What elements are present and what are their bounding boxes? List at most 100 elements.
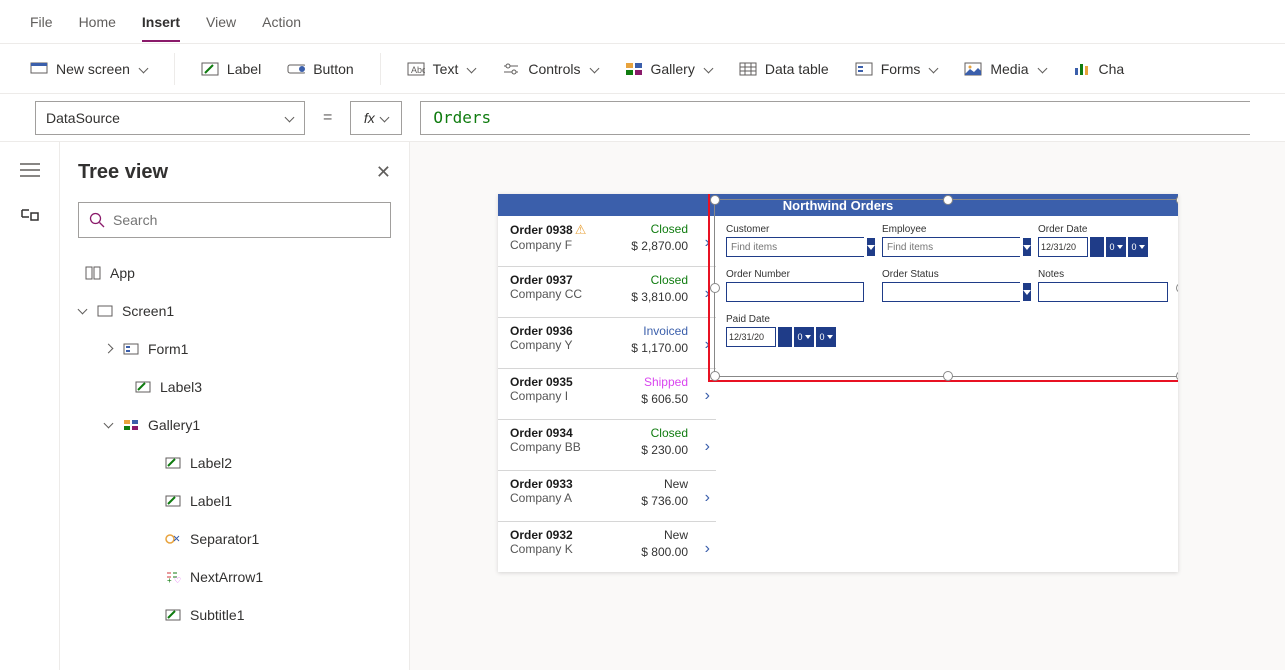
label-icon <box>134 378 152 396</box>
menu-action[interactable]: Action <box>262 14 301 30</box>
text-button[interactable]: Abc Text <box>407 60 477 78</box>
menu-home[interactable]: Home <box>79 14 116 30</box>
order-status: New <box>664 477 688 491</box>
order-status-combo[interactable] <box>882 282 1020 302</box>
chevron-right-icon[interactable]: › <box>705 336 710 354</box>
dropdown-icon[interactable] <box>867 238 875 256</box>
minute-dropdown[interactable]: 0 <box>816 327 836 347</box>
resize-handle[interactable] <box>1176 195 1178 205</box>
tree-view-icon[interactable] <box>18 204 42 228</box>
calendar-icon[interactable] <box>778 327 792 347</box>
gallery-row[interactable]: Order 0936Company YInvoiced$ 1,170.00› <box>498 318 716 369</box>
employee-combo[interactable] <box>882 237 1020 257</box>
tree-node-subtitle1[interactable]: Subtitle1 <box>78 596 391 634</box>
gallery-row[interactable]: Order 0938⚠Company FClosed$ 2,870.00› <box>498 216 716 267</box>
order-id: Order 0933 <box>510 477 573 491</box>
order-status-input[interactable] <box>883 283 1023 301</box>
menu-insert[interactable]: Insert <box>142 14 180 42</box>
order-status: Closed <box>651 273 688 287</box>
dropdown-icon[interactable] <box>1023 238 1031 256</box>
gallery-row[interactable]: Order 0934Company BBClosed$ 230.00› <box>498 420 716 471</box>
tree-search[interactable] <box>78 202 391 238</box>
order-number-input[interactable] <box>726 282 864 302</box>
tree-node-label3[interactable]: Label3 <box>78 368 391 406</box>
controls-icon <box>502 60 520 78</box>
employee-input[interactable] <box>883 238 1023 256</box>
minute-dropdown[interactable]: 0 <box>1128 237 1148 257</box>
label-button[interactable]: Label <box>201 60 261 78</box>
chevron-right-icon[interactable]: › <box>705 489 710 507</box>
chevron-down-icon <box>466 64 476 74</box>
menu-view[interactable]: View <box>206 14 236 30</box>
tree-node-label2[interactable]: Label2 <box>78 444 391 482</box>
order-id: Order 0935 <box>510 375 573 389</box>
warning-icon: ⚠ <box>575 222 587 237</box>
controls-button[interactable]: Controls <box>502 60 598 78</box>
svg-text:Abc: Abc <box>411 65 425 75</box>
app-preview[interactable]: Northwind Orders Order 0938⚠Company FClo… <box>498 194 1178 572</box>
resize-handle[interactable] <box>1176 283 1178 293</box>
tree-node-screen1[interactable]: Screen1 <box>78 292 391 330</box>
tree-node-separator1[interactable]: Separator1 <box>78 520 391 558</box>
chevron-right-icon[interactable]: › <box>705 387 710 405</box>
order-status: Closed <box>651 222 688 236</box>
chevron-right-icon[interactable]: › <box>705 234 710 252</box>
date-text[interactable]: 12/31/20 <box>726 327 776 347</box>
customer-input[interactable] <box>727 238 867 256</box>
resize-handle[interactable] <box>710 195 720 205</box>
button-button[interactable]: Button <box>287 60 353 78</box>
form-preview[interactable]: Customer Employee <box>716 216 1178 572</box>
chevron-right-icon[interactable]: › <box>705 540 710 558</box>
order-id: Order 0937 <box>510 273 573 287</box>
chevron-right-icon[interactable]: › <box>705 438 710 456</box>
hour-dropdown[interactable]: 0 <box>1106 237 1126 257</box>
tree-node-form1[interactable]: Form1 <box>78 330 391 368</box>
data-table-icon <box>739 60 757 78</box>
hour-dropdown[interactable]: 0 <box>794 327 814 347</box>
order-date-picker[interactable]: 12/31/20 0 0 <box>1038 237 1168 257</box>
calendar-icon[interactable] <box>1090 237 1104 257</box>
property-selector[interactable]: DataSource <box>35 101 305 135</box>
paid-date-picker[interactable]: 12/31/20 0 0 <box>726 327 864 347</box>
resize-handle[interactable] <box>1176 371 1178 381</box>
order-amount: $ 1,170.00 <box>631 341 688 355</box>
canvas-area[interactable]: Northwind Orders Order 0938⚠Company FClo… <box>410 142 1285 670</box>
formula-input[interactable]: Orders <box>420 101 1250 135</box>
tree-node-gallery1[interactable]: Gallery1 <box>78 406 391 444</box>
chevron-down-icon <box>138 64 148 74</box>
new-screen-button[interactable]: New screen <box>30 60 148 78</box>
label-icon <box>164 606 182 624</box>
resize-handle[interactable] <box>710 371 720 381</box>
resize-handle[interactable] <box>710 283 720 293</box>
chart-icon <box>1073 60 1091 78</box>
data-table-button[interactable]: Data table <box>739 60 829 78</box>
forms-button[interactable]: Forms <box>855 60 939 78</box>
media-button[interactable]: Media <box>964 60 1046 78</box>
text-icon: Abc <box>407 60 425 78</box>
gallery-icon <box>122 416 140 434</box>
menu-file[interactable]: File <box>30 14 53 30</box>
tree-node-nextarrow1[interactable]: +♡ NextArrow1 <box>78 558 391 596</box>
tree-search-input[interactable] <box>113 212 380 228</box>
tree-node-app[interactable]: App <box>78 254 391 292</box>
close-icon[interactable]: ✕ <box>376 162 391 183</box>
resize-handle[interactable] <box>943 195 953 205</box>
gallery-row[interactable]: Order 0937Company CCClosed$ 3,810.00› <box>498 267 716 318</box>
dropdown-icon[interactable] <box>1023 283 1031 301</box>
chevron-down-icon <box>589 64 599 74</box>
equals-label: = <box>323 109 332 127</box>
order-amount: $ 2,870.00 <box>631 239 688 253</box>
gallery-button[interactable]: Gallery <box>625 60 713 78</box>
chart-button[interactable]: Cha <box>1073 60 1125 78</box>
gallery-row[interactable]: Order 0935Company IShipped$ 606.50› <box>498 369 716 420</box>
date-text[interactable]: 12/31/20 <box>1038 237 1088 257</box>
fx-button[interactable]: fx <box>350 101 402 135</box>
resize-handle[interactable] <box>943 371 953 381</box>
notes-input[interactable] <box>1038 282 1168 302</box>
customer-combo[interactable] <box>726 237 864 257</box>
tree-node-label1[interactable]: Label1 <box>78 482 391 520</box>
gallery-row[interactable]: Order 0932Company KNew$ 800.00› <box>498 522 716 572</box>
gallery-preview[interactable]: Order 0938⚠Company FClosed$ 2,870.00›Ord… <box>498 216 716 572</box>
gallery-row[interactable]: Order 0933Company ANew$ 736.00› <box>498 471 716 522</box>
hamburger-icon[interactable] <box>18 158 42 182</box>
